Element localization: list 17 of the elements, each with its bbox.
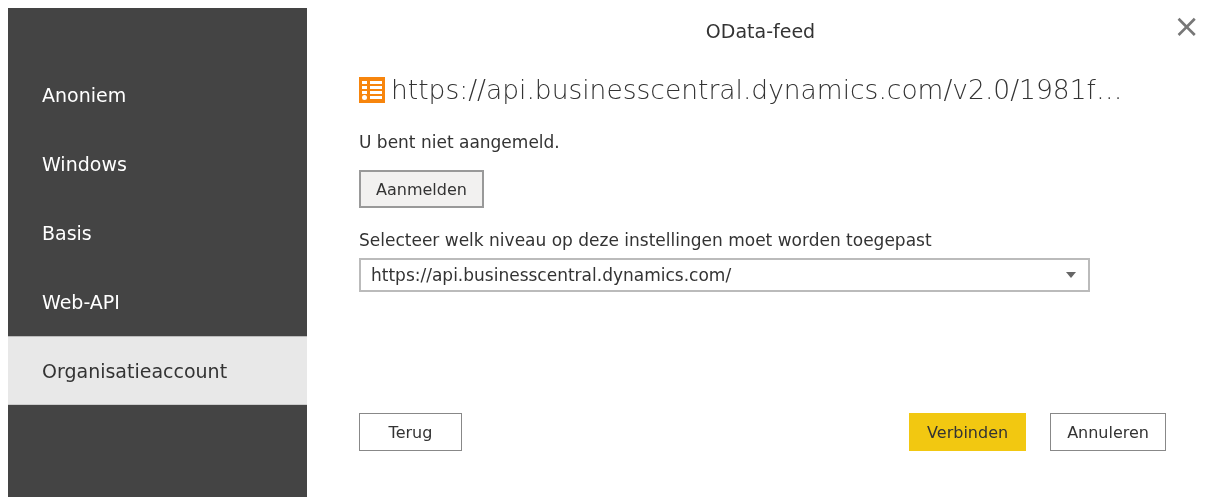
secondary-button[interactable]: Terug [359, 413, 462, 451]
sign-in-button[interactable]: Aanmelden [359, 170, 484, 208]
dialog-title: OData-feed [705, 20, 816, 42]
sidebar-item[interactable]: Basis [8, 198, 307, 267]
sidebar-item[interactable]: Anoniem [8, 60, 307, 129]
sidebar-item[interactable]: Organisatieaccount [8, 336, 307, 405]
table-icon [359, 76, 385, 103]
secondary-button[interactable]: Annuleren [1050, 413, 1166, 451]
sidebar-item[interactable]: Windows [8, 129, 307, 198]
level-dropdown[interactable]: https://api.businesscentral.dynamics.com/ [359, 258, 1090, 292]
sidebar-item[interactable]: Web-API [8, 267, 307, 336]
close-button[interactable]: × [1173, 10, 1200, 42]
feed-url: https://api.businesscentral.dynamics.com/v2.0/1981f… [391, 74, 1123, 105]
caret-icon [1066, 272, 1076, 278]
level-label: Selecteer welk niveau op deze instellingen moet worden toegepast [359, 230, 932, 250]
primary-button[interactable]: Verbinden [909, 413, 1027, 451]
status-text: U bent niet aangemeld. [359, 132, 560, 152]
